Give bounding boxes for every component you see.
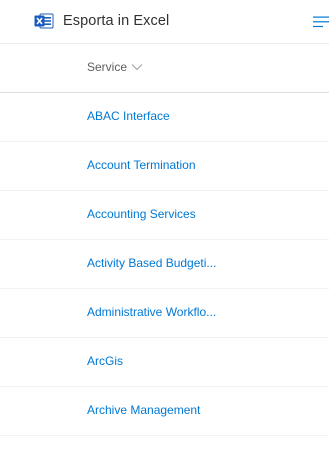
table-row: Activity Based Budgeti... bbox=[0, 240, 329, 289]
excel-icon bbox=[34, 13, 54, 29]
command-bar: Esporta in Excel bbox=[0, 0, 329, 44]
service-column-header[interactable]: Service bbox=[87, 60, 143, 74]
list-view-page: Esporta in Excel Service ABAC Interface … bbox=[0, 0, 329, 453]
service-link[interactable]: ABAC Interface bbox=[87, 109, 170, 123]
service-link[interactable]: Accounting Services bbox=[87, 207, 196, 221]
service-list: ABAC Interface Account Termination Accou… bbox=[0, 93, 329, 453]
chevron-down-icon bbox=[131, 64, 143, 71]
service-link[interactable]: Archive Management bbox=[87, 403, 200, 417]
service-column-label: Service bbox=[87, 60, 128, 74]
table-row: Archive Management bbox=[0, 387, 329, 436]
export-to-excel-button[interactable]: Esporta in Excel bbox=[34, 9, 169, 33]
table-row-partial bbox=[0, 436, 329, 453]
service-link[interactable]: Administrative Workflo... bbox=[87, 305, 216, 319]
table-row: Administrative Workflo... bbox=[0, 289, 329, 338]
column-header-row: Service bbox=[0, 44, 329, 93]
service-link[interactable]: Activity Based Budgeti... bbox=[87, 256, 216, 270]
table-row: ArcGis bbox=[0, 338, 329, 387]
service-link[interactable]: Account Termination bbox=[87, 158, 196, 172]
table-row: ABAC Interface bbox=[0, 93, 329, 142]
table-row: Accounting Services bbox=[0, 191, 329, 240]
export-to-excel-label: Esporta in Excel bbox=[63, 13, 170, 29]
service-link[interactable]: ArcGis bbox=[87, 354, 123, 368]
table-row: Account Termination bbox=[0, 142, 329, 191]
hamburger-menu-icon[interactable] bbox=[313, 16, 329, 28]
